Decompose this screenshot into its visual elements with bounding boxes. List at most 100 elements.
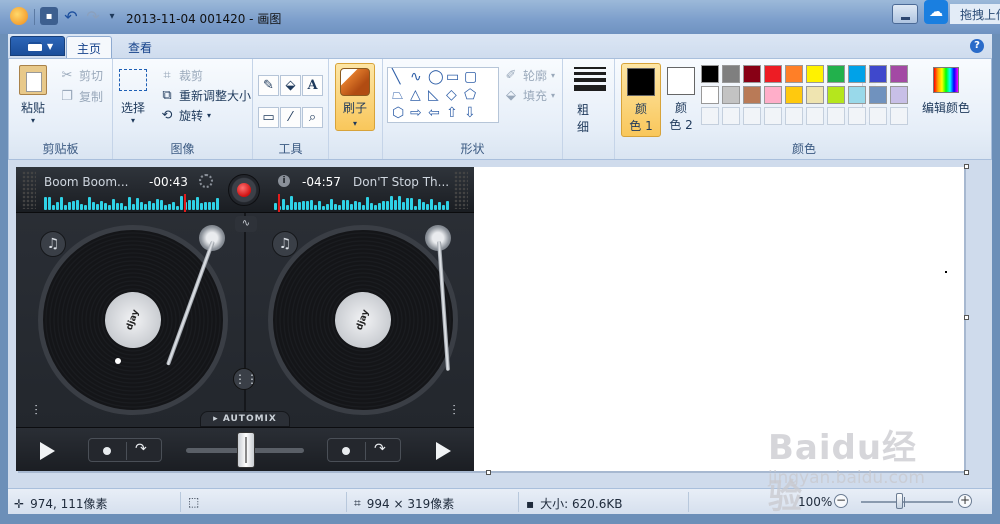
minimize-button[interactable] [892,4,918,24]
waveform-bar [92,202,95,210]
polygon-shape-icon[interactable]: ⏢ [392,88,403,102]
cloud-upload-button[interactable]: 拖拽上传 [950,4,1000,24]
zoom-slider-thumb[interactable] [896,493,903,509]
save-icon[interactable]: ▪ [40,7,58,25]
select-label: 选择 [120,101,145,115]
waveform-bar [314,204,317,210]
line-width-icon [574,67,606,97]
resize-handle-bottom[interactable] [486,470,491,475]
magnifier-icon[interactable]: ⌕ [302,107,323,128]
zoom-slider-track[interactable] [861,501,953,503]
right-triangle-shape-icon[interactable]: ◺ [428,88,439,102]
resize-handle-corner[interactable] [964,470,969,475]
outline-icon: ✐ [505,67,517,83]
help-icon[interactable]: ? [970,39,984,53]
zoom-out-button[interactable]: − [834,494,848,508]
loop-icon: ↷ [374,441,386,457]
waveform-bar [128,197,131,210]
resize-button[interactable]: ⧉ 重新调整大小 [159,87,251,104]
waveform-bar [298,201,301,210]
left-waveform [44,196,220,210]
waveform-bar [402,201,405,210]
waveform-bar [322,205,325,210]
chevron-down-icon: ▼ [47,42,54,51]
oval-shape-icon[interactable]: ◯ [428,70,444,84]
status-separator [518,492,519,512]
crop-button[interactable]: ⌗ 裁剪 [159,67,203,84]
waveform-bar [44,197,47,210]
up-arrow-shape-icon[interactable]: ⇧ [446,106,458,120]
curve-shape-icon[interactable]: ∿ [410,70,422,84]
clipboard-group-label: 剪贴板 [42,142,79,156]
colors-group-label: 颜色 [791,142,816,156]
chevron-down-icon: ▾ [207,111,212,120]
right-arrow-shape-icon[interactable]: ⇨ [410,106,422,120]
paint-app-icon[interactable] [10,7,28,25]
file-menu-button[interactable]: ▼ [10,36,65,56]
resize-handle-right[interactable] [964,315,969,320]
outline-label: 轮廓 [523,69,548,83]
rotate-label: 旋转 [179,109,204,123]
quick-access-separator [34,9,35,25]
rectangle-shape-icon[interactable]: ▭ [446,70,459,84]
image-group-label: 图像 [170,142,195,156]
down-arrow-shape-icon[interactable]: ⇩ [464,106,476,120]
tab-view[interactable]: 查看 [118,36,162,58]
color-picker-icon[interactable]: ⁄ [280,107,301,128]
cloud-upload-icon[interactable]: ☁ [924,0,948,24]
paste-button[interactable]: 粘贴 ▾ [19,65,47,125]
pencil-icon[interactable]: ✎ [258,75,279,96]
pentagon-shape-icon[interactable]: ⬠ [464,88,476,102]
customize-quick-access-icon[interactable]: ▾ [103,7,121,25]
left-cue-controls: ↷ [88,438,162,462]
rotate-button[interactable]: ⟲ 旋转 ▾ [159,107,211,124]
waveform-bar [204,202,207,210]
line-shape-icon[interactable]: ╲ [392,70,400,84]
resize-handle-top-right[interactable] [964,164,969,169]
undo-icon[interactable]: ↶ [62,7,80,26]
info-icon: i [278,175,290,187]
diamond-shape-icon[interactable]: ◇ [446,88,457,102]
zoom-slider-tick [904,497,905,507]
fill-button[interactable]: ⬙ 填充 ▾ [503,87,555,104]
waveform-bar [96,204,99,210]
size-button[interactable]: 粗 细 [577,101,589,135]
copy-button[interactable]: ❐ 复制 [59,88,103,105]
waveform-bar [358,201,361,210]
select-button[interactable]: 选择 ▾ [119,65,147,125]
drawing-canvas[interactable]: Boom Boom... -00:43 i -04:57 Don'T Stop … [16,167,964,471]
fill-bucket-icon[interactable]: ⬙ [280,75,301,96]
left-track-title: Boom Boom... [44,175,129,189]
eraser-icon[interactable]: ▭ [258,107,279,128]
waveform-bar [188,199,191,210]
triangle-shape-icon[interactable]: △ [410,88,421,102]
redo-icon[interactable]: ↷ [84,7,102,26]
chevron-down-icon: ▾ [130,116,135,125]
waveform-bar [346,200,349,210]
shapes-gallery[interactable]: ╲ ∿ ◯ ▭ ▢ ⏢ △ ◺ ◇ ⬠ ⬡ ⇨ ⇦ ⇧ ⇩ [387,67,876,123]
hexagon-shape-icon[interactable]: ⬡ [392,106,404,120]
waveform-bar [382,200,385,210]
waveform-bar [426,203,429,210]
rounded-rectangle-shape-icon[interactable]: ▢ [464,70,477,84]
tools-group-label: 工具 [278,142,303,156]
canvas-area[interactable]: Boom Boom... -00:43 i -04:57 Don'T Stop … [8,160,992,488]
waveform-bar [72,201,75,210]
waveform-bar [100,201,103,210]
tab-home[interactable]: 主页 [66,36,113,58]
status-separator [180,492,181,512]
size-group: 粗 细 [563,59,615,159]
waveform-bar [104,203,107,210]
waveform-bar [374,205,377,210]
waveform-bar [446,201,449,210]
cut-button[interactable]: ✂ 剪切 [59,67,103,84]
zoom-in-button[interactable]: + [958,494,972,508]
left-arrow-shape-icon[interactable]: ⇦ [428,106,440,120]
waveform-bar [410,198,413,210]
waveform-bar [398,196,401,210]
ribbon-tabs: ▼ 主页 查看 ? [8,34,992,58]
outline-button[interactable]: ✐ 轮廓 ▾ [503,67,555,84]
text-tool-icon[interactable]: A [302,75,323,96]
waveform-bar [88,196,91,210]
waveform-bar [64,204,67,210]
